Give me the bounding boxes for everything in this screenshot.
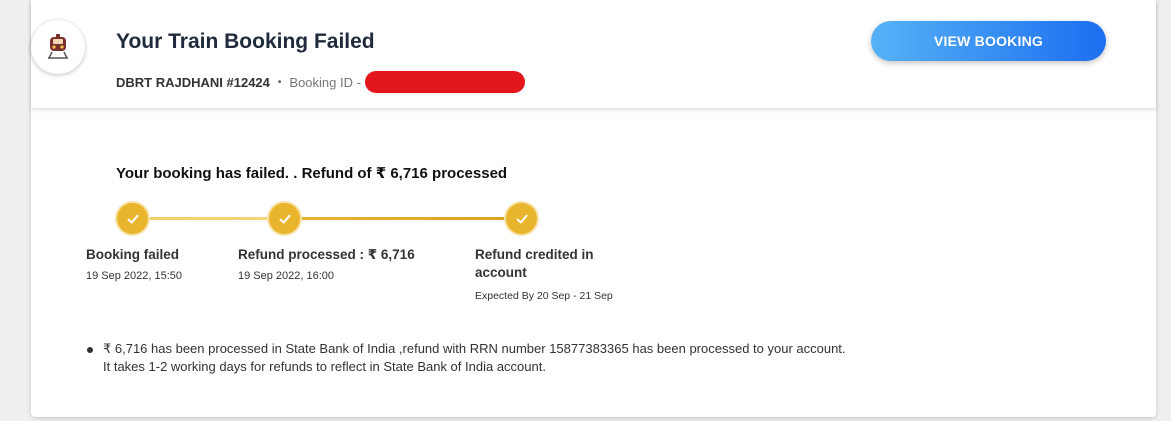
step-label: Booking failed xyxy=(86,247,180,262)
step-3-check-icon xyxy=(506,203,537,234)
separator-dot: • xyxy=(277,76,282,88)
step-expected-date: Expected By 20 Sep - 21 Sep xyxy=(475,290,613,302)
step-1-check-icon xyxy=(117,203,148,234)
step-date: 19 Sep 2022, 16:00 xyxy=(238,270,335,282)
page-title: Your Train Booking Failed xyxy=(116,30,375,53)
booking-status-card: Your Train Booking Failed DBRT RAJDHANI … xyxy=(31,0,1156,417)
booking-subtitle: DBRT RAJDHANI #12424 • Booking ID - xyxy=(116,71,525,93)
progress-line-2 xyxy=(284,217,521,220)
booking-header: Your Train Booking Failed DBRT RAJDHANI … xyxy=(31,0,1156,108)
refund-info-line-1: ₹ 6,716 has been processed in State Bank… xyxy=(103,341,846,356)
step-label: Refund processed : ₹ 6,716 xyxy=(238,247,415,262)
step-2-check-icon xyxy=(269,203,300,234)
bullet-icon xyxy=(87,347,93,353)
booking-id-label: Booking ID - xyxy=(289,74,361,90)
progress-line-1 xyxy=(132,217,284,220)
step-refund-credited: Refund credited in account Expected By 2… xyxy=(475,246,615,303)
view-booking-button[interactable]: VIEW BOOKING xyxy=(871,21,1106,61)
train-name: DBRT RAJDHANI #12424 xyxy=(116,74,270,90)
redacted-booking-id xyxy=(364,71,525,93)
step-booking-failed: Booking failed 19 Sep 2022, 15:50 xyxy=(86,246,226,282)
step-date: 19 Sep 2022, 15:50 xyxy=(86,270,183,282)
train-icon xyxy=(31,20,85,74)
step-label: Refund credited in account xyxy=(475,247,594,280)
refund-info-line-2: It takes 1-2 working days for refunds to… xyxy=(103,359,546,374)
refund-info-note: ₹ 6,716 has been processed in State Bank… xyxy=(87,340,847,376)
refund-progress-tracker xyxy=(116,203,556,235)
refund-info-text: ₹ 6,716 has been processed in State Bank… xyxy=(103,340,846,376)
status-title: Your booking has failed. . Refund of ₹ 6… xyxy=(116,165,508,182)
step-refund-processed: Refund processed : ₹ 6,716 19 Sep 2022, … xyxy=(238,246,438,282)
